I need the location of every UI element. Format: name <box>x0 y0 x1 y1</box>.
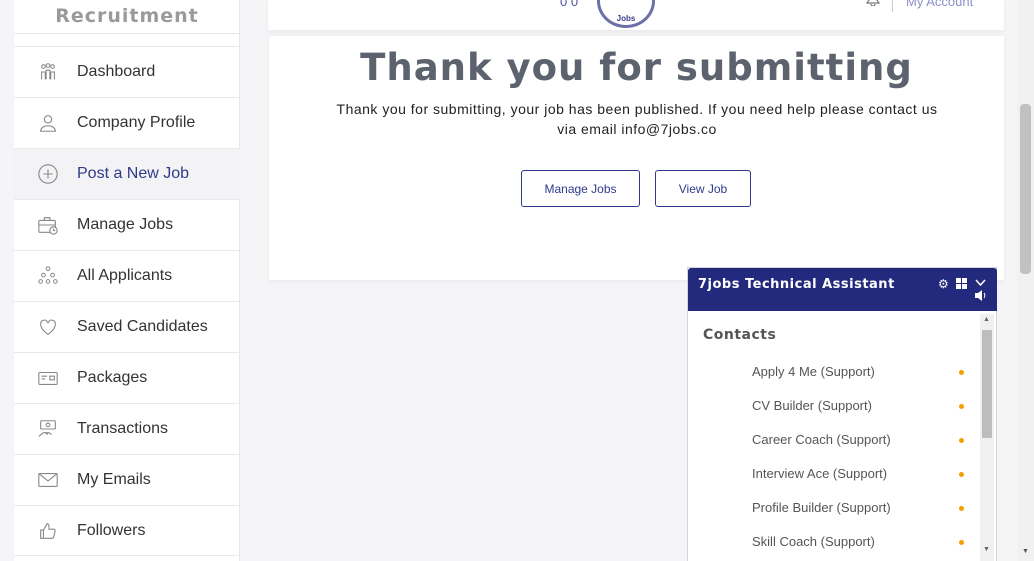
sidebar-item-label: Company Profile <box>77 114 196 131</box>
contact-item[interactable]: Profile Builder (Support) <box>688 491 978 525</box>
sidebar-menu: Dashboard Company Profile Post a New Job… <box>14 46 240 556</box>
contact-item[interactable]: Career Coach (Support) <box>688 423 978 457</box>
page-title: Thank you for submitting <box>360 46 913 89</box>
page-scrollbar[interactable]: ▼ <box>1017 0 1034 561</box>
sidebar-item-label: My Emails <box>77 471 151 488</box>
sidebar-item-packages[interactable]: Packages <box>14 352 240 403</box>
dashboard-people-icon <box>36 60 60 84</box>
speaker-icon[interactable] <box>975 290 987 303</box>
sidebar: Recruitment Dashboard Company Profile Po… <box>14 0 240 561</box>
user-outline-icon <box>36 111 60 135</box>
header-divider <box>892 0 893 12</box>
contact-item[interactable]: Interview Ace (Support) <box>688 457 978 491</box>
my-account-link[interactable]: My Account <box>906 0 973 9</box>
contact-name: CV Builder (Support) <box>752 398 872 413</box>
sidebar-item-manage-jobs[interactable]: Manage Jobs <box>14 199 240 250</box>
header-indicator: 0 0 <box>560 0 579 9</box>
contact-name: Profile Builder (Support) <box>752 500 891 515</box>
status-dot <box>959 404 964 409</box>
sidebar-item-label: Dashboard <box>77 63 156 80</box>
sidebar-heading: Recruitment <box>14 0 240 34</box>
thumbs-up-icon <box>36 519 60 543</box>
sidebar-item-followers[interactable]: Followers <box>14 505 240 556</box>
scroll-up-arrow-icon[interactable]: ▲ <box>983 316 990 323</box>
card-package-icon <box>36 366 60 390</box>
contact-name: Interview Ace (Support) <box>752 466 888 481</box>
group-icon <box>36 264 60 288</box>
chevron-down-icon[interactable] <box>975 277 986 289</box>
sidebar-item-label: Followers <box>77 521 146 539</box>
briefcase-clock-icon <box>36 213 60 237</box>
manage-jobs-button[interactable]: Manage Jobs <box>521 170 640 207</box>
sidebar-item-label: Post a New Job <box>77 165 190 182</box>
chat-widget: 7jobs Technical Assistant ⚙ Contacts App… <box>687 267 997 561</box>
contact-item[interactable]: CV Builder (Support) <box>688 389 978 423</box>
view-job-button[interactable]: View Job <box>655 170 751 207</box>
scroll-down-arrow-icon[interactable]: ▼ <box>983 546 990 553</box>
contact-list: Apply 4 Me (Support) CV Builder (Support… <box>688 355 978 559</box>
status-dot <box>959 472 964 477</box>
status-dot <box>959 540 964 545</box>
contact-name: Apply 4 Me (Support) <box>752 364 875 379</box>
sidebar-item-label: All Applicants <box>77 267 173 284</box>
envelope-icon <box>36 468 60 492</box>
money-hand-icon <box>36 417 60 441</box>
status-dot <box>959 370 964 375</box>
sidebar-item-all-applicants[interactable]: All Applicants <box>14 250 240 301</box>
sidebar-item-saved-candidates[interactable]: Saved Candidates <box>14 301 240 352</box>
contact-name: Career Coach (Support) <box>752 432 891 447</box>
sidebar-item-label: Transactions <box>77 420 168 437</box>
gear-icon[interactable]: ⚙ <box>938 278 949 290</box>
contact-item[interactable]: Apply 4 Me (Support) <box>688 355 978 389</box>
contact-name: Skill Coach (Support) <box>752 534 875 549</box>
top-header: 0 0 Jobs My Account <box>268 0 1004 30</box>
sidebar-item-my-emails[interactable]: My Emails <box>14 454 240 505</box>
sidebar-item-company-profile[interactable]: Company Profile <box>14 97 240 148</box>
status-dot <box>959 506 964 511</box>
contacts-heading: Contacts <box>703 327 777 343</box>
heart-icon <box>36 315 60 339</box>
chat-title: 7jobs Technical Assistant <box>698 277 895 292</box>
sidebar-item-label: Manage Jobs <box>77 216 174 233</box>
submission-confirmation-card: Thank you for submitting Thank you for s… <box>269 36 1004 280</box>
status-dot <box>959 438 964 443</box>
chat-header[interactable]: 7jobs Technical Assistant ⚙ <box>688 268 997 311</box>
sidebar-item-label: Saved Candidates <box>77 318 208 335</box>
sidebar-item-label: Packages <box>77 369 148 386</box>
chat-scrollbar[interactable]: ▲ ▼ <box>980 314 994 561</box>
grid-icon[interactable] <box>956 278 967 291</box>
page-scroll-thumb[interactable] <box>1020 104 1031 274</box>
logo-text: Jobs <box>616 14 636 23</box>
site-logo[interactable]: Jobs <box>597 0 655 28</box>
confirmation-message: Thank you for submitting, your job has b… <box>336 101 938 137</box>
plus-circle-icon <box>36 162 60 186</box>
sidebar-item-post-new-job[interactable]: Post a New Job <box>14 148 240 199</box>
sidebar-item-transactions[interactable]: Transactions <box>14 403 240 454</box>
bell-icon[interactable] <box>866 0 880 6</box>
sidebar-item-dashboard[interactable]: Dashboard <box>14 46 240 97</box>
contact-item[interactable]: Skill Coach (Support) <box>688 525 978 559</box>
scroll-down-arrow-icon[interactable]: ▼ <box>1022 548 1029 555</box>
chat-scroll-thumb[interactable] <box>982 330 992 438</box>
